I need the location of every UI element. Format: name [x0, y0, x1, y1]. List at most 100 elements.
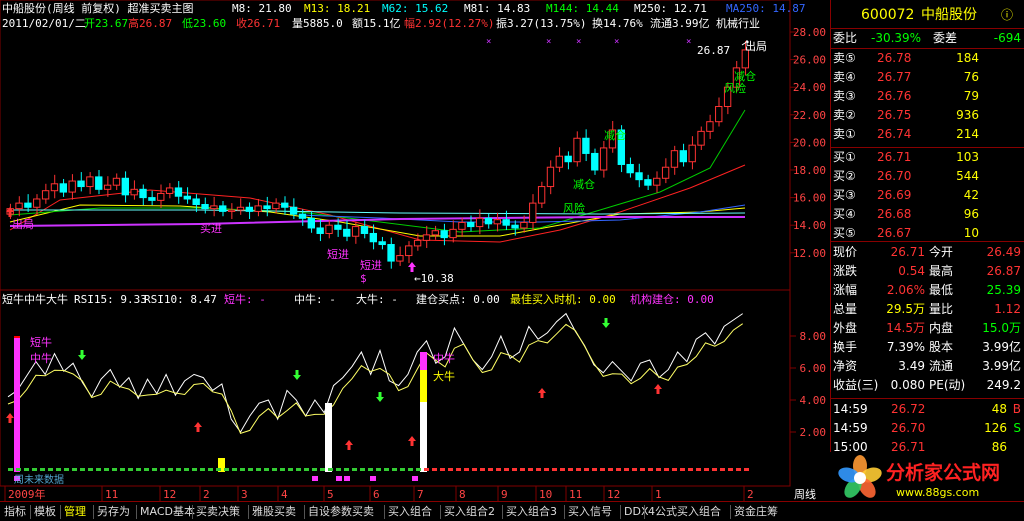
- institution-mark: [370, 476, 376, 481]
- tab-13[interactable]: 4公式买入组合: [646, 504, 723, 520]
- bid-level-4[interactable]: 买④ 26.68 96: [831, 206, 1024, 223]
- baseline-dash: [48, 468, 53, 471]
- tab-2[interactable]: 管理: [62, 504, 88, 520]
- tick-row[interactable]: 14:59 26.70 126 S: [831, 420, 1024, 437]
- tab-separator: [644, 505, 645, 519]
- ask-level-1[interactable]: 卖① 26.74 214: [831, 126, 1024, 143]
- ask-level-5[interactable]: 卖⑤ 26.78 184: [831, 50, 1024, 67]
- candle-body: [582, 137, 590, 154]
- tab-0[interactable]: 指标: [2, 504, 28, 520]
- stat-label: 总量: [833, 302, 858, 316]
- time-tick-label[interactable]: 2: [203, 488, 210, 501]
- candle-body: [77, 180, 85, 188]
- time-tick-label[interactable]: 1: [655, 488, 662, 501]
- ask-level-5-price: 26.78: [877, 51, 912, 65]
- time-tick-label[interactable]: 12: [163, 488, 176, 501]
- candle-body: [679, 150, 688, 163]
- tab-4[interactable]: MACD基本: [138, 504, 197, 520]
- time-tick-label[interactable]: 3: [241, 488, 248, 501]
- buy-entry-label: 买进: [200, 222, 222, 235]
- baseline-dash: [136, 468, 141, 471]
- stat-value: 26.71: [890, 245, 925, 259]
- ask-level-3[interactable]: 卖③ 26.76 79: [831, 88, 1024, 105]
- time-tick-label[interactable]: 7: [417, 488, 424, 501]
- tick-row[interactable]: 14:59 26.72 48 B: [831, 401, 1024, 418]
- tab-11[interactable]: 买入信号: [566, 504, 614, 520]
- candle-body: [591, 152, 599, 171]
- time-tick-label[interactable]: 5: [327, 488, 334, 501]
- ma-value-4: M144: 14.44: [546, 2, 619, 15]
- tab-3[interactable]: 另存为: [95, 504, 132, 520]
- ask-level-3-label: 卖③: [833, 89, 856, 103]
- time-tick-label[interactable]: 4: [281, 488, 288, 501]
- tab-9[interactable]: 买入组合2: [442, 504, 497, 520]
- candle-body: [564, 155, 572, 163]
- price-tick-label: 18.00: [793, 164, 826, 177]
- stat-label: 流通: [929, 359, 954, 373]
- baseline-dash: [32, 468, 37, 471]
- tab-10[interactable]: 买入组合3: [504, 504, 559, 520]
- baseline-dash: [232, 468, 237, 471]
- stat-label: 最低: [929, 283, 954, 297]
- time-tick-label[interactable]: 10: [539, 488, 552, 501]
- bid-level-4-price: 26.68: [877, 207, 912, 221]
- mid-bull-bar: [420, 352, 427, 370]
- stat-row: 涨跌 0.54 最高 26.87: [831, 263, 1024, 280]
- time-tick-label[interactable]: 12: [607, 488, 620, 501]
- period-label[interactable]: 周线: [794, 488, 816, 501]
- tab-5[interactable]: 买卖决策: [194, 504, 242, 520]
- bid-level-2[interactable]: 买② 26.70 544: [831, 168, 1024, 185]
- time-tick-label[interactable]: 11: [569, 488, 582, 501]
- baseline-dash: [40, 468, 45, 471]
- weicha-value: -694: [993, 31, 1021, 45]
- baseline-dash: [104, 468, 109, 471]
- baseline-dash: [80, 468, 85, 471]
- info-icon[interactable]: ⓘ: [1001, 5, 1013, 25]
- candle-body: [245, 206, 253, 212]
- tick-flag: B: [1012, 402, 1021, 416]
- time-tick-label[interactable]: 8: [459, 488, 466, 501]
- baseline-dash: [424, 468, 429, 471]
- baseline-dash: [480, 468, 485, 471]
- indicator-value-0: RSI15: 9.33: [74, 293, 147, 306]
- bid-level-2-price: 26.70: [877, 169, 912, 183]
- baseline-dash: [408, 468, 413, 471]
- bid-level-3[interactable]: 买③ 26.69 42: [831, 187, 1024, 204]
- baseline-dash: [200, 468, 205, 471]
- tab-separator: [384, 505, 385, 519]
- candle-body: [573, 137, 581, 163]
- tab-14[interactable]: 资金庄筹: [732, 504, 780, 520]
- reduce-label-2: 减仓: [604, 129, 626, 142]
- ask-level-4[interactable]: 卖④ 26.77 76: [831, 69, 1024, 86]
- tag-short-bull: 短牛: [30, 336, 52, 349]
- time-tick-label[interactable]: 2: [747, 488, 754, 501]
- sell-arrow-icon: [602, 318, 610, 328]
- bid-level-5[interactable]: 买⑤ 26.67 10: [831, 225, 1024, 242]
- tab-8[interactable]: 买入组合: [386, 504, 434, 520]
- tab-6[interactable]: 雅股买卖: [250, 504, 298, 520]
- stat-row: 涨幅 2.06% 最低 25.39: [831, 282, 1024, 299]
- tab-7[interactable]: 自设参数买卖: [306, 504, 376, 520]
- time-tick-label[interactable]: 11: [105, 488, 118, 501]
- stat-value: 26.87: [986, 264, 1021, 278]
- tab-1[interactable]: 模板: [32, 504, 58, 520]
- time-tick-label[interactable]: 9: [501, 488, 508, 501]
- big-bull-bar: [420, 370, 427, 402]
- stat-value: 249.2: [986, 378, 1021, 392]
- bid-level-1[interactable]: 买① 26.71 103: [831, 149, 1024, 166]
- x-marker-icon: ×: [486, 37, 491, 47]
- baseline-dash: [504, 468, 509, 471]
- time-axis[interactable]: 2009年 11 12 2 3 4 5 6 7 8 9 10 11 12 1 2: [4, 486, 754, 501]
- candle-body: [68, 180, 76, 193]
- baseline-dash: [352, 468, 357, 471]
- bid-level-3-vol: 42: [963, 188, 979, 202]
- stat-label: 现价: [833, 245, 858, 259]
- watermark-url[interactable]: www.88gs.com: [896, 486, 979, 499]
- time-tick-label[interactable]: 2009年: [8, 487, 46, 501]
- ask-level-2[interactable]: 卖② 26.75 936: [831, 107, 1024, 124]
- bid-level-2-label: 买②: [833, 169, 856, 183]
- sell-arrow-icon: [376, 392, 384, 402]
- tick-flag: S: [1013, 421, 1021, 435]
- time-tick-label[interactable]: 6: [373, 488, 380, 501]
- candle-body: [15, 202, 23, 210]
